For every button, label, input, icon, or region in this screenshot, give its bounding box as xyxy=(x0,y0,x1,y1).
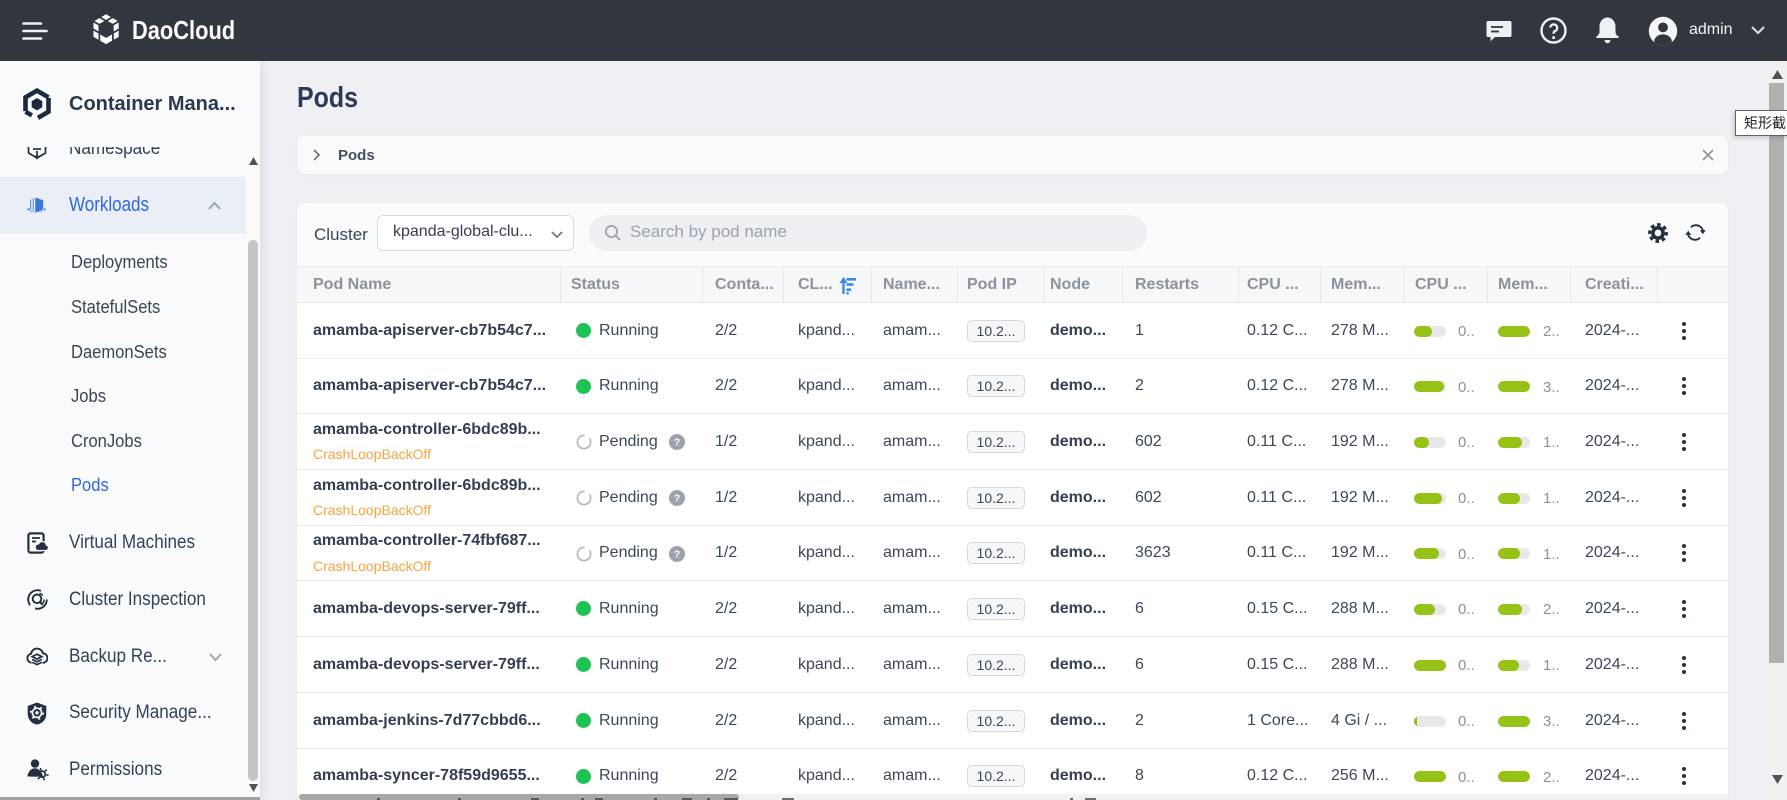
svg-text:?: ? xyxy=(674,493,680,505)
svg-text:?: ? xyxy=(674,437,680,449)
svg-text:?: ? xyxy=(674,549,680,561)
